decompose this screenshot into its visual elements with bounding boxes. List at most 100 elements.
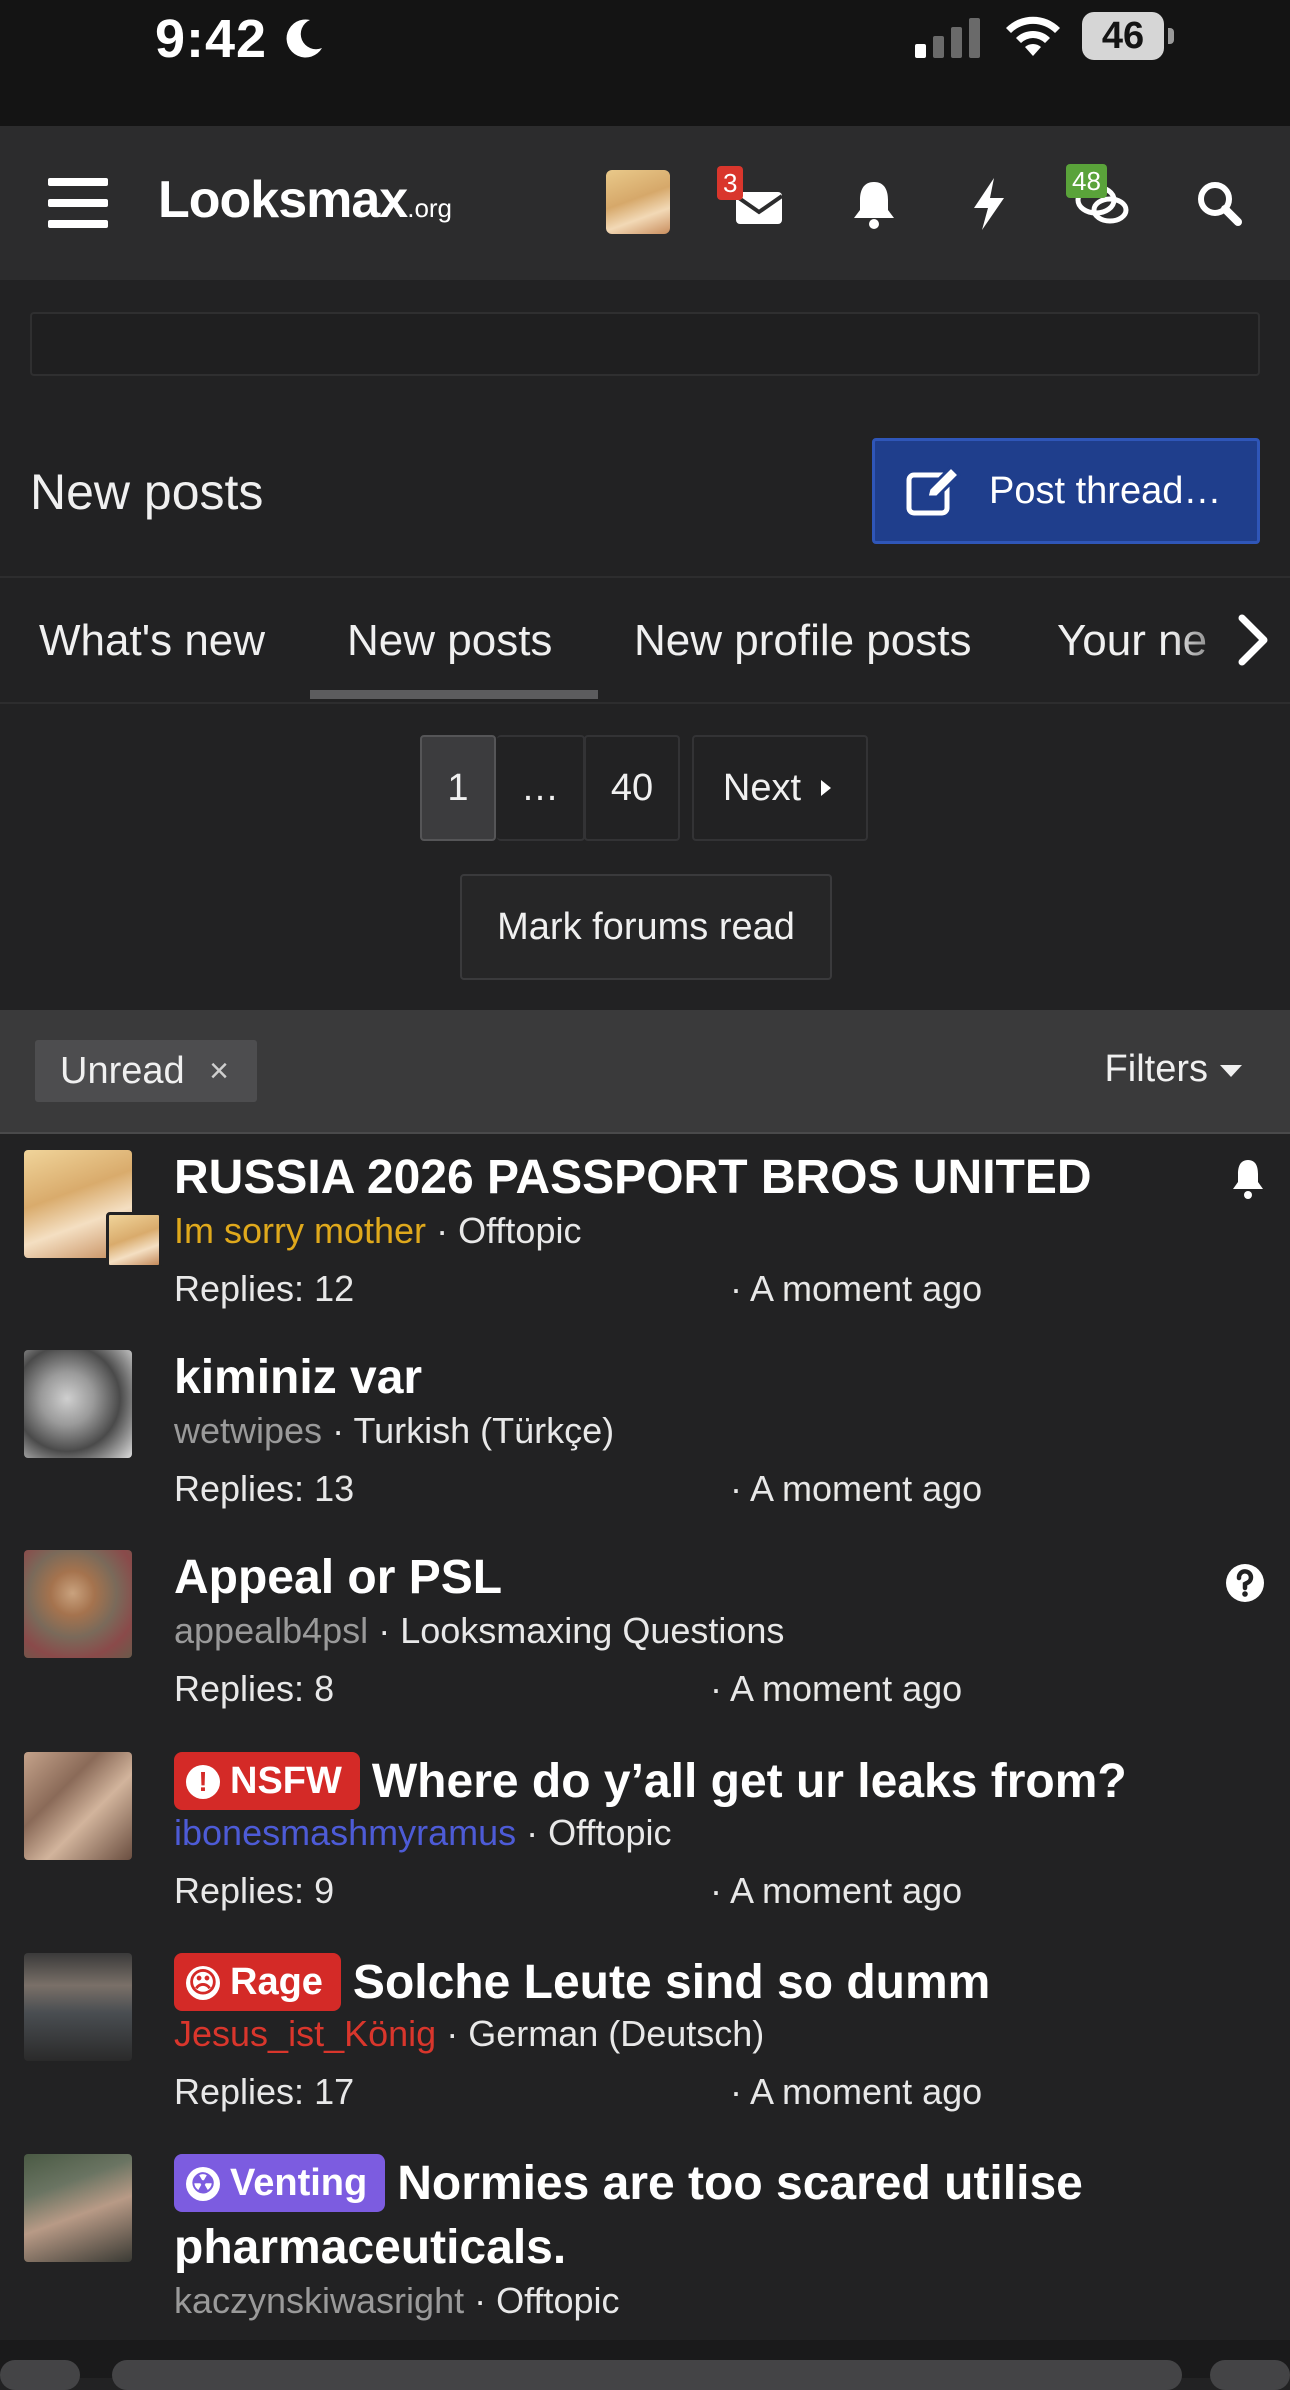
unread-filter-chip[interactable]: Unread × bbox=[35, 1040, 257, 1102]
meta-separator: · bbox=[446, 2013, 459, 2054]
prefix-label: NSFW bbox=[230, 1760, 342, 1802]
page-title: New posts bbox=[30, 464, 264, 520]
prefix-label: Venting bbox=[230, 2162, 368, 2204]
thread-item[interactable]: RUSSIA 2026 PASSPORT BROS UNITED Im sorr… bbox=[0, 1150, 1290, 1320]
chevron-right-icon[interactable] bbox=[1236, 612, 1270, 673]
time-separator: · bbox=[730, 1268, 742, 1309]
thread-meta: ibonesmashmyramus · Offtopic bbox=[174, 1812, 672, 1854]
thread-item[interactable]: ☹ Rage Solche Leute sind so dumm Jesus_ist… bbox=[0, 1953, 1290, 2123]
thread-forum[interactable]: Offtopic bbox=[548, 1812, 671, 1853]
filters-dropdown[interactable]: Filters bbox=[1105, 1048, 1242, 1091]
user-avatar[interactable] bbox=[606, 170, 670, 234]
thread-title-text: Normies are too scared utilise bbox=[397, 2157, 1083, 2210]
lightning-icon[interactable] bbox=[960, 174, 1020, 234]
filters-label: Filters bbox=[1104, 1048, 1208, 1090]
page-1-button[interactable]: 1 bbox=[420, 735, 496, 841]
thread-forum[interactable]: Turkish (Türkçe) bbox=[353, 1410, 614, 1451]
cellular-signal-icon bbox=[915, 18, 981, 65]
post-thread-button[interactable]: Post thread… bbox=[872, 438, 1260, 544]
thread-title[interactable]: ! NSFW Where do y’all get ur leaks from? bbox=[174, 1752, 1127, 1810]
thread-author-avatar[interactable] bbox=[24, 1752, 132, 1860]
thread-title[interactable]: ☹ Rage Solche Leute sind so dumm bbox=[174, 1953, 990, 2011]
thread-replies: Replies: 13 bbox=[174, 1468, 355, 1509]
last-poster-avatar[interactable] bbox=[106, 1212, 162, 1268]
watch-bell-icon[interactable] bbox=[1228, 1158, 1268, 1207]
tab-new-profile-posts[interactable]: New profile posts bbox=[634, 616, 971, 666]
page-ellipsis[interactable]: … bbox=[497, 735, 585, 841]
time-value[interactable]: A moment ago bbox=[750, 1268, 982, 1309]
thread-title[interactable]: ☢ Venting Normies are too scared utilise bbox=[174, 2154, 1083, 2212]
chat-badge: 48 bbox=[1066, 164, 1107, 198]
time-value[interactable]: A moment ago bbox=[750, 2071, 982, 2112]
bell-icon[interactable] bbox=[844, 174, 904, 234]
unread-chip-label: Unread bbox=[60, 1050, 185, 1092]
bottom-edge bbox=[0, 2340, 1290, 2390]
thread-title-text: Solche Leute sind so dumm bbox=[352, 1956, 991, 2009]
thread-time: · A moment ago bbox=[730, 1268, 982, 1310]
thread-forum[interactable]: Offtopic bbox=[458, 1210, 581, 1251]
thread-author-avatar[interactable] bbox=[24, 1350, 132, 1458]
thread-forum[interactable]: German (Deutsch) bbox=[468, 2013, 764, 2054]
tab-whats-new[interactable]: What's new bbox=[39, 616, 265, 666]
thread-time: · A moment ago bbox=[710, 1870, 962, 1912]
time-value[interactable]: A moment ago bbox=[730, 1870, 962, 1911]
thread-item[interactable]: ☢ Venting Normies are too scared utilise p… bbox=[0, 2154, 1290, 2340]
thread-title[interactable]: kiminiz var bbox=[174, 1350, 422, 1405]
thread-author-avatar[interactable] bbox=[24, 1550, 132, 1658]
status-time: 9:42 bbox=[155, 9, 268, 69]
inbox-badge: 3 bbox=[717, 166, 744, 200]
meta-separator: · bbox=[436, 1210, 449, 1251]
thread-author[interactable]: kaczynskiwasright bbox=[174, 2280, 464, 2321]
thread-author[interactable]: appealb4psl bbox=[174, 1610, 368, 1651]
nsfw-prefix-badge: ! NSFW bbox=[174, 1752, 360, 1810]
thread-meta: Jesus_ist_König · German (Deutsch) bbox=[174, 2013, 764, 2055]
thread-author[interactable]: wetwipes bbox=[174, 1410, 322, 1451]
bottom-pill bbox=[1210, 2360, 1290, 2390]
thread-author[interactable]: Jesus_ist_König bbox=[174, 2013, 436, 2054]
bottom-pill bbox=[0, 2360, 80, 2390]
logo-suffix: .org bbox=[407, 193, 453, 223]
thread-item[interactable]: ! NSFW Where do y’all get ur leaks from? i… bbox=[0, 1752, 1290, 1922]
page-40-button[interactable]: 40 bbox=[584, 735, 680, 841]
thread-replies: Replies: 8 bbox=[174, 1668, 335, 1709]
site-logo[interactable]: Looksmax.org bbox=[158, 170, 452, 230]
thread-item[interactable]: Appeal or PSL appealb4psl · Looksmaxing … bbox=[0, 1550, 1290, 1720]
thread-meta: kaczynskiwasright · Offtopic bbox=[174, 2280, 620, 2322]
battery-tip bbox=[1168, 28, 1174, 44]
time-separator: · bbox=[710, 1870, 722, 1911]
thread-meta: Im sorry mother · Offtopic bbox=[174, 1210, 581, 1252]
time-separator: · bbox=[730, 1468, 742, 1509]
edit-icon bbox=[906, 465, 961, 516]
notice-area bbox=[30, 312, 1260, 376]
thread-time: · A moment ago bbox=[710, 1668, 962, 1710]
thread-author[interactable]: ibonesmashmyramus bbox=[174, 1812, 516, 1853]
thread-author-avatar[interactable] bbox=[24, 1953, 132, 2061]
thread-title-line2[interactable]: pharmaceuticals. bbox=[174, 2220, 566, 2275]
thread-replies: Replies: 9 bbox=[174, 1870, 335, 1911]
next-page-button[interactable]: Next bbox=[692, 735, 868, 841]
meta-separator: · bbox=[378, 1610, 391, 1651]
search-icon[interactable] bbox=[1190, 174, 1250, 234]
thread-time: · A moment ago bbox=[730, 1468, 982, 1510]
close-icon[interactable]: × bbox=[209, 1040, 229, 1102]
active-tab-indicator bbox=[310, 690, 598, 699]
meta-separator: · bbox=[332, 1410, 345, 1451]
thread-forum[interactable]: Offtopic bbox=[496, 2280, 619, 2321]
meta-separator: · bbox=[526, 1812, 539, 1853]
thread-author[interactable]: Im sorry mother bbox=[174, 1210, 426, 1251]
thread-title[interactable]: Appeal or PSL bbox=[174, 1550, 502, 1605]
time-value[interactable]: A moment ago bbox=[730, 1668, 962, 1709]
hamburger-menu-icon[interactable] bbox=[48, 178, 108, 228]
radiation-icon: ☢ bbox=[186, 2167, 220, 2201]
mark-forums-read-button[interactable]: Mark forums read bbox=[460, 874, 832, 980]
angry-face-icon: ☹ bbox=[186, 1966, 220, 2000]
thread-title[interactable]: RUSSIA 2026 PASSPORT BROS UNITED bbox=[174, 1150, 1092, 1205]
thread-forum[interactable]: Looksmaxing Questions bbox=[400, 1610, 784, 1651]
thread-author-avatar[interactable] bbox=[24, 2154, 132, 2262]
prefix-label: Rage bbox=[230, 1961, 323, 2003]
time-value[interactable]: A moment ago bbox=[750, 1468, 982, 1509]
thread-replies: Replies: 17 bbox=[174, 2071, 355, 2112]
thread-item[interactable]: kiminiz var wetwipes · Turkish (Türkçe) … bbox=[0, 1350, 1290, 1520]
tab-new-posts[interactable]: New posts bbox=[347, 616, 552, 666]
rage-prefix-badge: ☹ Rage bbox=[174, 1953, 341, 2011]
